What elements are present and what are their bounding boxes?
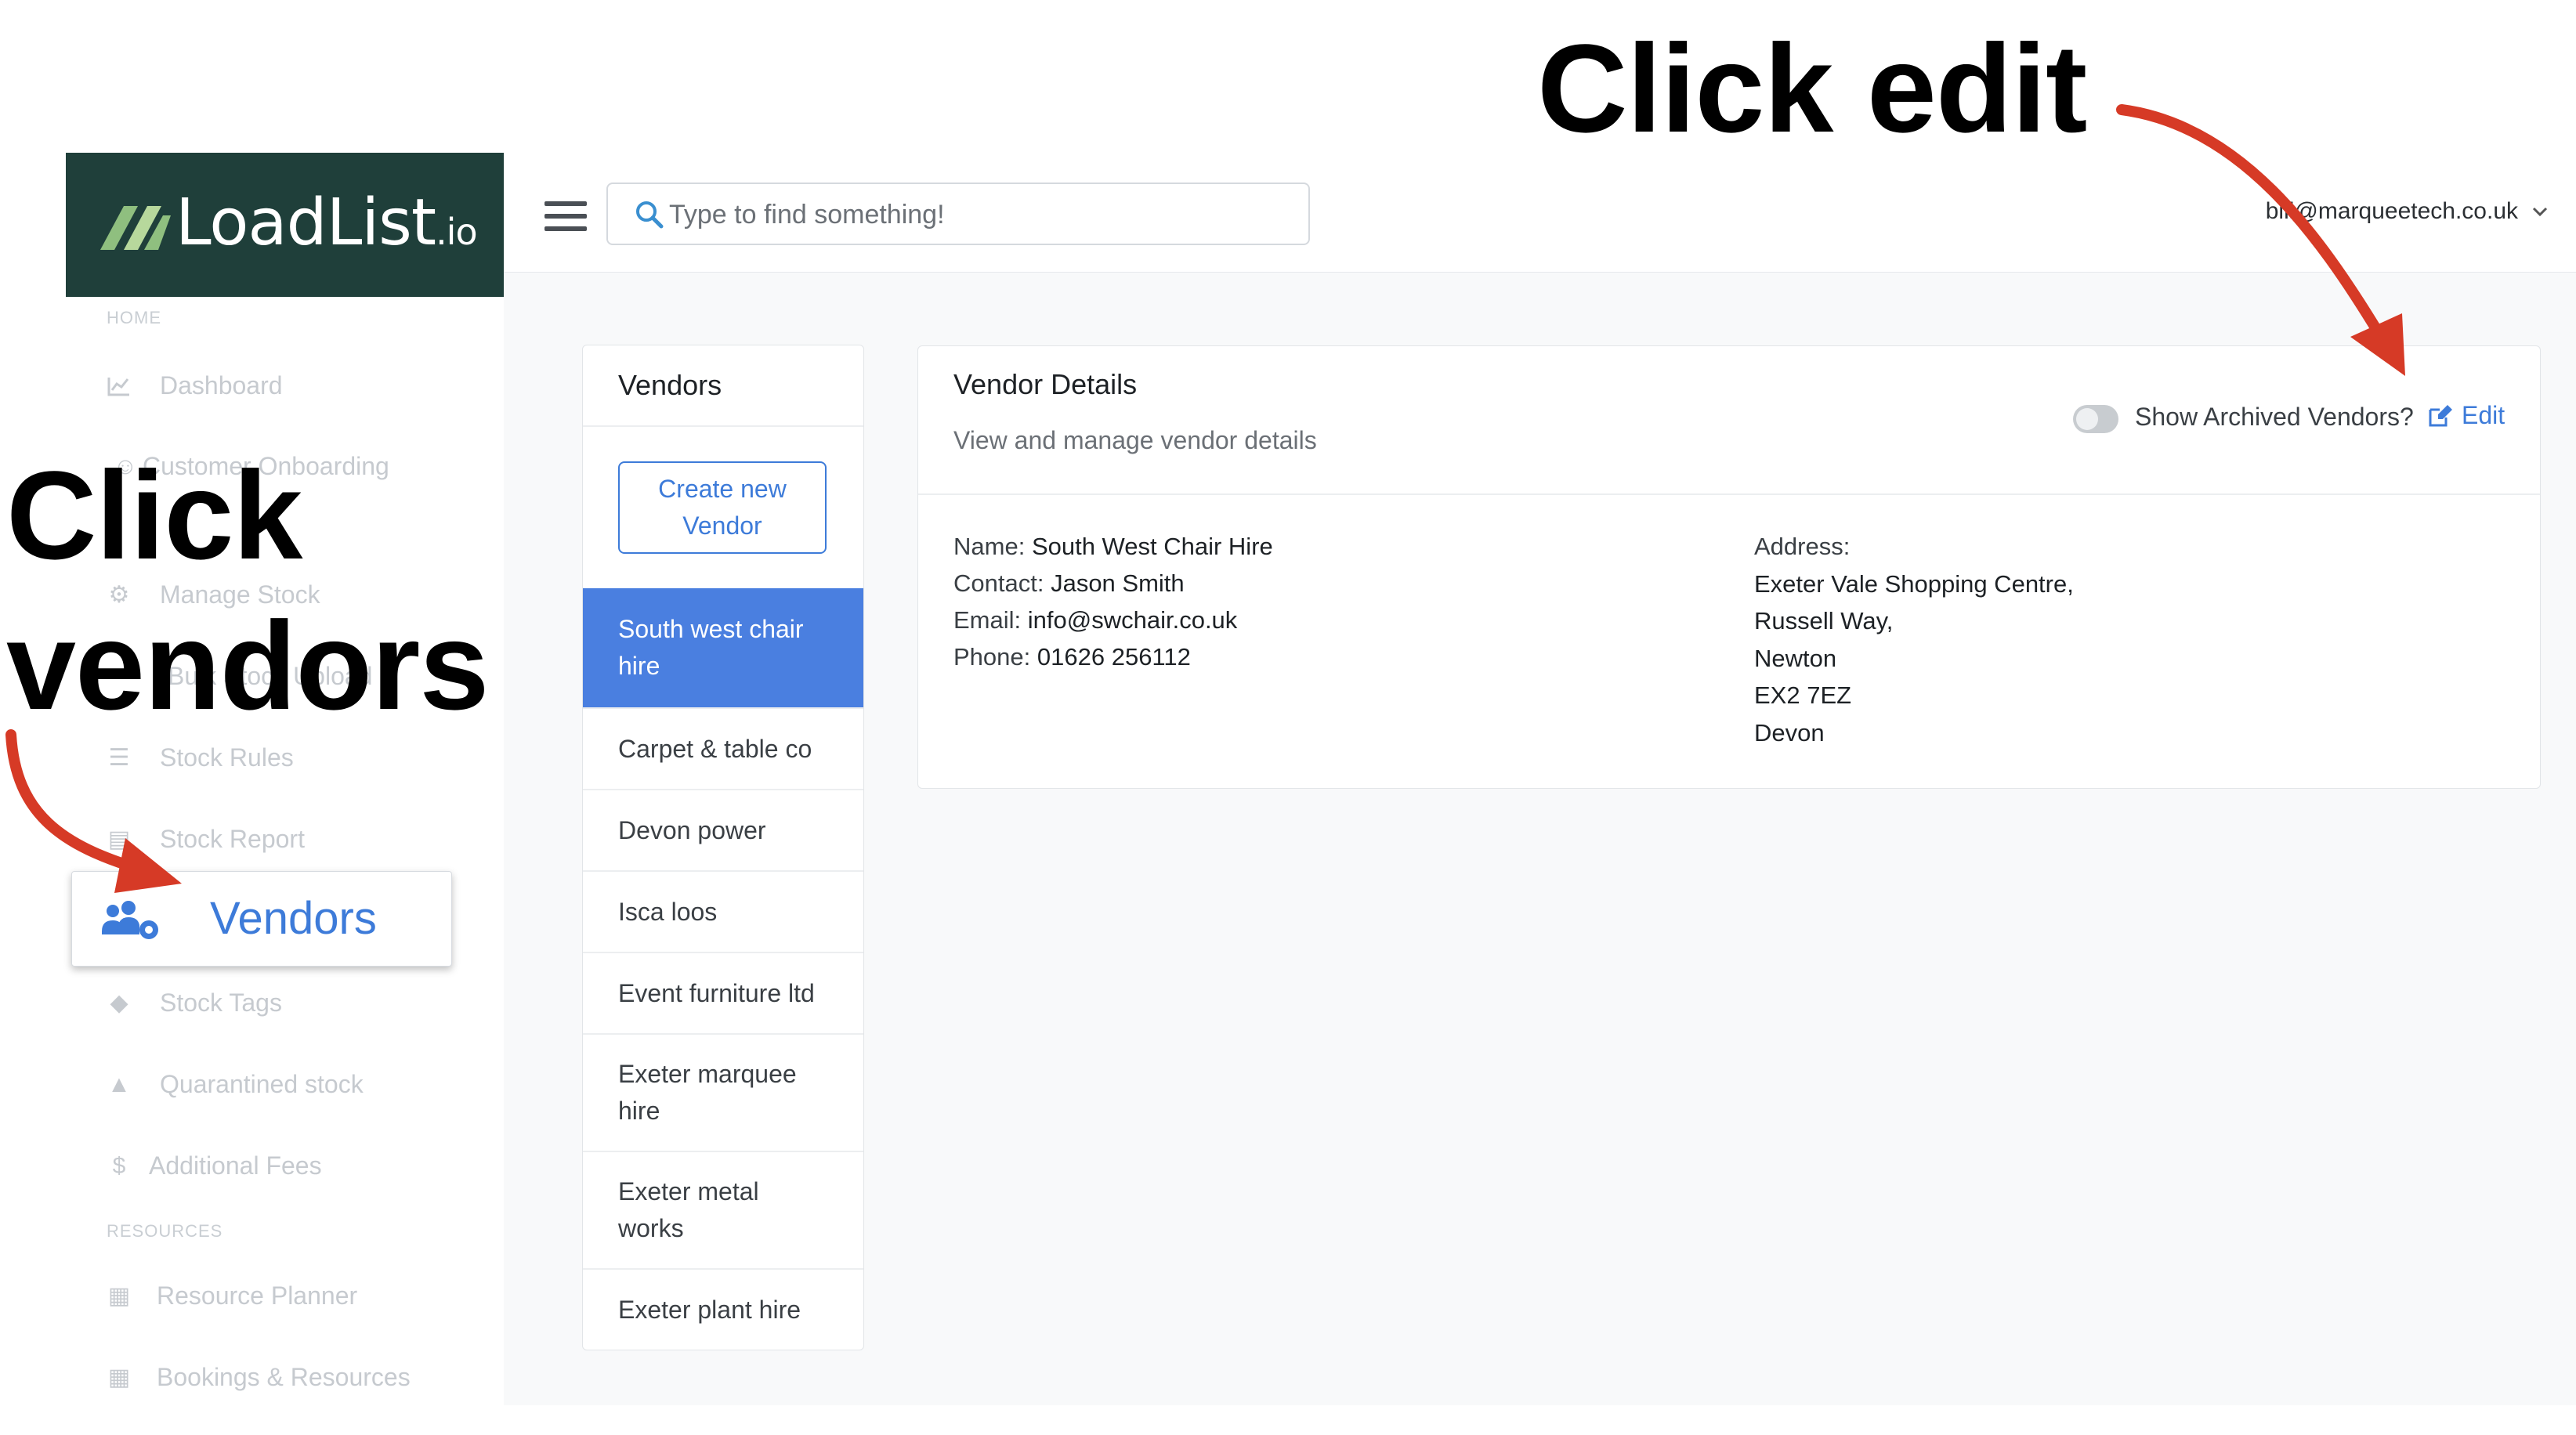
vendor-list-item[interactable]: Event furniture ltd [583, 952, 863, 1033]
vendors-list-panel: Vendors Create new Vendor South west cha… [582, 345, 864, 1350]
vendor-list-item[interactable]: Isca loos [583, 870, 863, 952]
address-label: Address: [1754, 533, 1851, 560]
sidebar-item-dashboard[interactable]: Dashboard [107, 371, 283, 400]
address-line: Exeter Vale Shopping Centre, [1754, 569, 2074, 598]
chart-line-icon [107, 374, 132, 399]
toggle-knob [2076, 408, 2098, 430]
field-label: Phone: [953, 643, 1031, 671]
field-label: Name: [953, 533, 1026, 560]
warning-icon: ▲ [107, 1071, 131, 1097]
sidebar-item-quarantined-stock[interactable]: ▲ Quarantined stock [107, 1070, 364, 1099]
sidebar-item-label: Dashboard [160, 371, 283, 399]
show-archived-label: Show Archived Vendors? [2135, 403, 2414, 431]
sidebar-item-label: Quarantined stock [160, 1070, 364, 1098]
brand-name: LoadList.io [175, 186, 478, 260]
vendor-list-item[interactable]: Exeter plant hire [583, 1268, 863, 1350]
edit-button[interactable]: Edit [2427, 401, 2505, 430]
brand-suffix: .io [436, 211, 478, 253]
vendor-list-item[interactable]: Carpet & table co [583, 707, 863, 789]
sidebar-section-resources: RESOURCES [107, 1221, 223, 1241]
sidebar-item-label: Stock Report [160, 825, 305, 853]
sidebar-item-label: Additional Fees [149, 1151, 322, 1180]
sidebar-section-home: HOME [107, 308, 161, 327]
vendor-contact-field: Contact: Jason Smith [953, 565, 1185, 602]
field-value: Jason Smith [1051, 569, 1185, 597]
field-label: Contact: [953, 569, 1044, 597]
vendor-phone-field: Phone: 01626 256112 [953, 638, 1191, 676]
dollar-icon: $ [112, 1152, 126, 1179]
vendor-details-subtitle: View and manage vendor details [953, 426, 1317, 454]
address-line: Russell Way, [1754, 607, 1894, 634]
edit-label: Edit [2462, 401, 2505, 429]
sidebar-item-bookings-resources[interactable]: ▦ Bookings & Resources [107, 1363, 411, 1392]
create-vendor-button[interactable]: Create new Vendor [618, 461, 827, 554]
vendor-name: South west chair hire [618, 615, 804, 680]
users-gear-icon [102, 901, 158, 939]
vendor-list-item[interactable]: Exeter marquee hire [583, 1033, 863, 1151]
edit-icon [2429, 404, 2452, 426]
vendor-email-field: Email: info@swchair.co.uk [953, 602, 1237, 639]
sidebar-item-stock-rules[interactable]: ☰ Stock Rules [107, 743, 294, 772]
field-value: 01626 256112 [1037, 643, 1191, 671]
search-box[interactable] [606, 183, 1310, 245]
sidebar-item-label: Resource Planner [157, 1281, 358, 1310]
brand-name-text: LoadList [175, 186, 436, 260]
vendor-details-title: Vendor Details [953, 368, 1138, 400]
sidebar-item-label: Stock Rules [160, 743, 294, 772]
vendor-name: Devon power [618, 815, 766, 844]
chevron-down-icon [2532, 207, 2548, 217]
sidebar-item-resource-planner[interactable]: ▦ Resource Planner [107, 1281, 357, 1310]
vendor-name: Exeter plant hire [618, 1295, 801, 1324]
tags-icon: ◆ [110, 990, 128, 1016]
sidebar-item-label: Stock Tags [160, 989, 282, 1017]
sidebar-item-vendors[interactable]: Vendors [71, 871, 452, 967]
address-line: EX2 7EZ [1754, 681, 1852, 709]
vendor-name: Carpet & table co [618, 734, 812, 763]
calendar-icon: ▦ [107, 1283, 131, 1309]
address-line: Devon [1754, 718, 1825, 746]
field-value: South West Chair Hire [1031, 533, 1273, 560]
vendor-name: Event furniture ltd [618, 978, 815, 1007]
vendor-list-item[interactable]: Exeter metal works [583, 1151, 863, 1268]
vendor-list-item[interactable]: Devon power [583, 789, 863, 870]
divider [583, 425, 863, 427]
annotation-click: Click [6, 445, 302, 585]
sidebar-item-label: Vendors [210, 893, 377, 944]
field-value: info@swchair.co.uk [1027, 606, 1238, 634]
vendor-list-item[interactable]: South west chair hire [583, 588, 863, 707]
user-menu[interactable]: bill@marqueetech.co.uk [2266, 198, 2548, 225]
search-input[interactable] [668, 192, 1290, 237]
sidebar-item-label: Bookings & Resources [157, 1363, 411, 1391]
divider [918, 493, 2540, 495]
user-email: bill@marqueetech.co.uk [2265, 198, 2518, 224]
annotation-click-edit: Click edit [1537, 18, 2087, 158]
top-bar: bill@marqueetech.co.uk [504, 153, 2576, 273]
vendors-list-title: Vendors [618, 369, 722, 401]
vendor-name: Exeter marquee hire [618, 1060, 797, 1125]
vendor-address: Address: Exeter Vale Shopping Centre, Ru… [1754, 528, 2074, 751]
annotation-vendors: vendors [6, 595, 489, 736]
vendor-name-field: Name: South West Chair Hire [953, 528, 1273, 566]
show-archived-toggle[interactable] [2073, 405, 2118, 433]
list-icon: ☰ [108, 745, 130, 771]
vendor-name: Isca loos [618, 897, 718, 926]
brand-logo[interactable]: LoadList.io [66, 153, 504, 297]
sidebar-item-additional-fees[interactable]: $ Additional Fees [107, 1151, 322, 1180]
sidebar-item-stock-tags[interactable]: ◆ Stock Tags [107, 989, 282, 1018]
report-icon: ▤ [107, 826, 131, 852]
hamburger-menu-icon[interactable] [545, 201, 587, 233]
sidebar-item-stock-report[interactable]: ▤ Stock Report [107, 825, 305, 854]
search-icon [636, 201, 664, 229]
vendor-details-card: Vendor Details View and manage vendor de… [917, 345, 2541, 789]
address-line: Newton [1754, 644, 1837, 672]
vendor-name: Exeter metal works [618, 1177, 759, 1242]
field-label: Email: [953, 606, 1022, 634]
logo-mark-icon [100, 206, 171, 250]
calendar-icon: ▦ [107, 1365, 131, 1390]
